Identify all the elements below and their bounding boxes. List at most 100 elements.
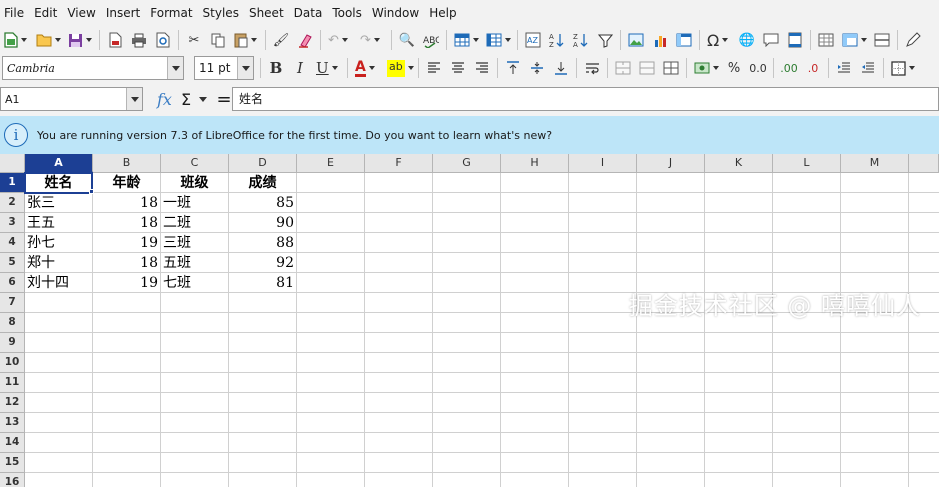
font-color-button[interactable]: A [352, 57, 382, 79]
row-header-11[interactable]: 11 [0, 373, 25, 393]
number-format-button[interactable]: 0.0 [747, 57, 769, 79]
cell-d1[interactable]: 成绩 [229, 173, 296, 193]
center-vertically-icon[interactable] [526, 57, 548, 79]
highlight-color-button[interactable]: ab [384, 57, 414, 79]
select-all-corner[interactable] [0, 154, 25, 173]
font-size-box[interactable]: 11 pt [194, 56, 254, 80]
open-folder-icon[interactable] [33, 29, 63, 51]
insert-chart-icon[interactable] [649, 29, 671, 51]
column-header-j[interactable]: J [637, 154, 705, 173]
wrap-text-icon[interactable] [581, 57, 603, 79]
cell-b3[interactable]: 18 [93, 213, 160, 233]
special-character-icon[interactable]: Ω [704, 29, 734, 51]
undo-icon[interactable]: ↶ [325, 29, 355, 51]
row-header-15[interactable]: 15 [0, 453, 25, 473]
column-header-b[interactable]: B [93, 154, 161, 173]
cell-c6[interactable]: 七班 [161, 273, 228, 293]
print-icon[interactable] [128, 29, 150, 51]
save-icon[interactable] [65, 29, 95, 51]
row-header-5[interactable]: 5 [0, 253, 25, 273]
freeze-rows-columns-icon[interactable] [839, 29, 869, 51]
menu-window[interactable]: Window [367, 0, 424, 26]
split-window-icon[interactable] [871, 29, 893, 51]
autofilter-icon[interactable] [594, 29, 616, 51]
menu-data[interactable]: Data [289, 0, 328, 26]
italic-button[interactable]: I [289, 57, 311, 79]
row-header-13[interactable]: 13 [0, 413, 25, 433]
cell-a2[interactable]: 张三 [25, 193, 92, 213]
menu-help[interactable]: Help [424, 0, 461, 26]
column-header-f[interactable]: F [365, 154, 433, 173]
cell-d6[interactable]: 81 [229, 273, 296, 293]
spelling-icon[interactable]: ABC [420, 29, 442, 51]
sort-ascending-icon[interactable]: AZ [546, 29, 568, 51]
cell-c5[interactable]: 五班 [161, 253, 228, 273]
font-size-dropdown-icon[interactable] [237, 57, 253, 79]
row-header-1[interactable]: 1 [0, 173, 25, 193]
borders-icon[interactable] [888, 57, 918, 79]
hyperlink-icon[interactable]: 🌐 [736, 29, 758, 51]
row-header-4[interactable]: 4 [0, 233, 25, 253]
align-top-icon[interactable] [502, 57, 524, 79]
menu-styles[interactable]: Styles [198, 0, 244, 26]
cell-b2[interactable]: 18 [93, 193, 160, 213]
menu-insert[interactable]: Insert [101, 0, 145, 26]
align-bottom-icon[interactable] [550, 57, 572, 79]
clear-formatting-icon[interactable] [294, 29, 316, 51]
cut-icon[interactable]: ✂ [183, 29, 205, 51]
align-left-icon[interactable] [423, 57, 445, 79]
add-decimal-button[interactable]: .00 [778, 57, 800, 79]
font-name-dropdown-icon[interactable] [167, 57, 183, 79]
cell-c4[interactable]: 三班 [161, 233, 228, 253]
menu-tools[interactable]: Tools [327, 0, 367, 26]
find-replace-icon[interactable]: 🔍 [396, 29, 418, 51]
column-header-filler[interactable] [909, 154, 939, 173]
sort-icon[interactable]: AZ [522, 29, 544, 51]
column-header-a[interactable]: A [25, 154, 93, 173]
new-document-icon[interactable] [1, 29, 31, 51]
menu-view[interactable]: View [62, 0, 100, 26]
cell-a5[interactable]: 郑十 [25, 253, 92, 273]
cell-b4[interactable]: 19 [93, 233, 160, 253]
menu-file[interactable]: File [0, 0, 29, 26]
decrease-indent-icon[interactable] [857, 57, 879, 79]
headers-footers-icon[interactable] [784, 29, 806, 51]
delete-decimal-button[interactable]: .0 [802, 57, 824, 79]
underline-button[interactable]: U [313, 57, 343, 79]
insert-image-icon[interactable] [625, 29, 647, 51]
cell-d2[interactable]: 85 [229, 193, 296, 213]
function-wizard-icon[interactable]: fx [157, 90, 177, 109]
sum-dropdown-icon[interactable] [197, 97, 209, 102]
column-header-l[interactable]: L [773, 154, 841, 173]
cell-c1[interactable]: 班级 [161, 173, 228, 193]
column-header-k[interactable]: K [705, 154, 773, 173]
cell-d4[interactable]: 88 [229, 233, 296, 253]
copy-icon[interactable] [207, 29, 229, 51]
cell-a4[interactable]: 孙七 [25, 233, 92, 253]
cell-b5[interactable]: 18 [93, 253, 160, 273]
column-header-g[interactable]: G [433, 154, 501, 173]
menu-sheet[interactable]: Sheet [244, 0, 289, 26]
formula-icon[interactable]: = [215, 89, 233, 110]
redo-icon[interactable]: ↷ [357, 29, 387, 51]
row-header-10[interactable]: 10 [0, 353, 25, 373]
comment-icon[interactable] [760, 29, 782, 51]
row-header-8[interactable]: 8 [0, 313, 25, 333]
cell-c2[interactable]: 一班 [161, 193, 228, 213]
cell-d3[interactable]: 90 [229, 213, 296, 233]
name-box[interactable]: A1 [0, 87, 143, 111]
column-header-c[interactable]: C [161, 154, 229, 173]
row-header-9[interactable]: 9 [0, 333, 25, 353]
export-pdf-icon[interactable] [104, 29, 126, 51]
cell-c3[interactable]: 二班 [161, 213, 228, 233]
menu-edit[interactable]: Edit [29, 0, 62, 26]
clone-formatting-icon[interactable]: 🖌 [270, 29, 292, 51]
cell-b1[interactable]: 年龄 [93, 173, 160, 193]
show-draw-functions-icon[interactable] [902, 29, 924, 51]
merge-center-icon[interactable] [612, 57, 634, 79]
print-preview-icon[interactable] [152, 29, 174, 51]
formula-input[interactable]: 姓名 [232, 87, 939, 111]
sort-descending-icon[interactable]: ZA [570, 29, 592, 51]
column-header-e[interactable]: E [297, 154, 365, 173]
row-header-6[interactable]: 6 [0, 273, 25, 293]
